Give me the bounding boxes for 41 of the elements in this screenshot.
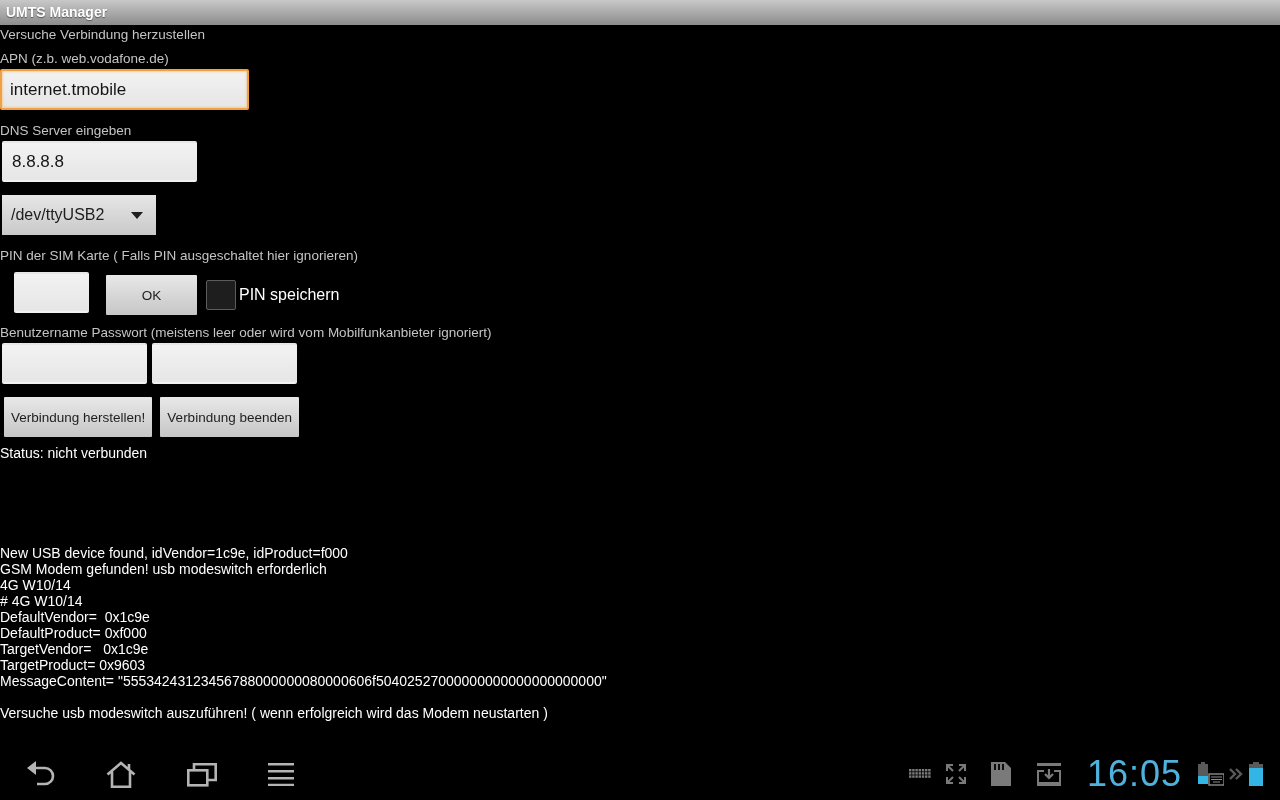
battery-icon [1249, 762, 1263, 786]
field-label: Benutzername Passwort (meistens leer oder wird vom Mobilfunkanbieter ignoriert) [0, 325, 492, 341]
clock: 16:05 [1086, 754, 1182, 794]
log-line: New USB device found, idVendor=1c9e, idProduct=f000 [0, 545, 349, 561]
pin-save-checkbox[interactable] [206, 280, 236, 310]
log-line: TargetProduct= 0x9603 [0, 657, 147, 673]
back-icon[interactable] [27, 761, 55, 787]
field-label: DNS Server eingeben [0, 123, 132, 139]
log-line: Versuche usb modeswitch auszuführen! ( wenn erfolgreich wird das Modem neustarten ) [0, 705, 549, 721]
status-text: Status: nicht verbunden [0, 445, 148, 461]
expand-icon [945, 764, 966, 784]
caret-icon [131, 211, 143, 219]
menu-icon[interactable] [268, 762, 294, 786]
device-dropdown[interactable]: /dev/ttyUSB2 [2, 195, 156, 235]
connection-message: Versuche Verbindung herzustellen [0, 27, 205, 43]
download-icon [1036, 762, 1061, 786]
log-line: GSM Modem gefunden! usb modeswitch erforderlich [0, 561, 328, 577]
password-field[interactable] [152, 343, 297, 384]
log-line: MessageContent= "55534243123456788000000080000606f50402527000000000000000000000" [0, 673, 607, 689]
keyboard-battery-icon [1198, 762, 1224, 786]
title-bar: UMTS Manager [0, 0, 1280, 25]
apn-field[interactable]: internet.tmobile [0, 69, 249, 110]
log-line: DefaultProduct= 0xf000 [0, 625, 148, 641]
ok-button[interactable]: OK [106, 275, 197, 315]
disconnect-button[interactable]: Verbindung beenden [160, 397, 299, 437]
log-line: TargetVendor= 0x1c9e [0, 641, 150, 657]
home-icon[interactable] [106, 760, 136, 788]
field-label: PIN der SIM Karte ( Falls PIN ausgeschaltet hier ignorieren) [0, 248, 358, 264]
pin-field[interactable] [14, 272, 89, 313]
double-chevron-icon [1229, 768, 1243, 780]
field-label: APN (z.b. web.vodafone.de) [0, 51, 169, 67]
dns-field[interactable]: 8.8.8.8 [2, 141, 197, 182]
keyboard-icon [908, 769, 931, 779]
sd-card-icon [990, 762, 1011, 786]
connect-button[interactable]: Verbindung herstellen! [4, 397, 153, 437]
recent-apps-icon[interactable] [187, 761, 217, 787]
log-line: DefaultVendor= 0x1c9e [0, 609, 151, 625]
username-field[interactable] [2, 343, 147, 384]
checkbox-label[interactable]: PIN speichern [239, 285, 340, 304]
log-line: # 4G W10/14 [0, 593, 84, 609]
log-line: 4G W10/14 [0, 577, 72, 593]
